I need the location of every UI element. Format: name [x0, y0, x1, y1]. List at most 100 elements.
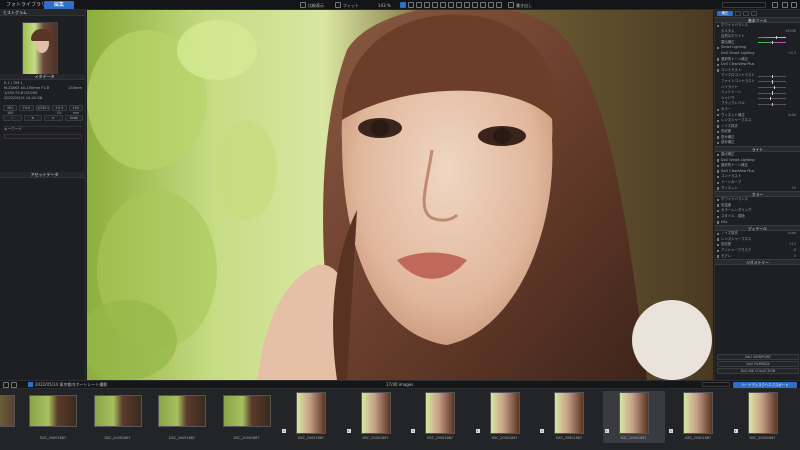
thumbnail-caption: DSC_20001867 — [491, 436, 518, 440]
right-top-search[interactable] — [722, 2, 766, 8]
compare-icon[interactable] — [300, 2, 306, 8]
tab-correction[interactable]: 補正 — [717, 11, 733, 16]
settings-icon[interactable] — [772, 2, 778, 8]
metadata-header[interactable]: メタデータ — [0, 74, 86, 80]
thumbnail[interactable]: 1 DSC_20001867 — [345, 391, 407, 443]
mask-icon[interactable] — [480, 2, 486, 8]
folder-icon — [28, 382, 33, 387]
portrait-photo — [87, 10, 713, 380]
histogram-header[interactable]: ヒストグラム — [0, 10, 85, 16]
help-icon[interactable] — [782, 2, 788, 8]
zoom-level[interactable]: 143 % — [378, 2, 391, 9]
crop-tool-icon[interactable] — [400, 2, 406, 8]
filmstrip-search-input[interactable] — [702, 382, 730, 387]
perspective-tool-icon[interactable] — [424, 2, 430, 8]
sort-icon[interactable] — [3, 382, 9, 388]
rp-row[interactable]: HSL — [715, 220, 800, 226]
thumbnail[interactable]: 1 DSC_20001867 — [409, 391, 471, 443]
thumbnail-caption: DSC_20001867 — [362, 436, 389, 440]
tab-edit[interactable]: 編集 — [44, 1, 74, 9]
section-geometry[interactable]: ジオメトリー — [715, 259, 800, 266]
thumbnail-image — [554, 392, 584, 434]
keywords-label[interactable]: キーワード — [4, 127, 82, 132]
thumbnail[interactable]: 1 DSC_20001867 — [602, 391, 665, 443]
tab-icon-3[interactable] — [743, 11, 749, 16]
thumbnail-image — [296, 392, 326, 434]
shutter-button[interactable]: 1/250 s — [35, 105, 51, 111]
thumbnail-image — [29, 395, 77, 427]
edit-badge-icon: 1 — [282, 429, 286, 433]
thumbnail[interactable]: 1 DSC_20001867 — [280, 391, 342, 443]
metadata-block: E-1 / OM-1 M.ZUIKO 40-150mm F2.8 150mm 1/… — [0, 81, 86, 101]
thumbnail-image — [222, 395, 271, 427]
export-button[interactable]: 書き出し — [516, 2, 532, 9]
fullscreen-icon[interactable] — [791, 2, 797, 8]
thumbnail-image — [425, 392, 455, 434]
thumbnail-image — [0, 395, 15, 427]
thumbnail-caption: DSC_20001867 — [39, 436, 67, 440]
export-icon[interactable] — [508, 2, 514, 8]
local-adjust-icon[interactable] — [448, 2, 454, 8]
watermark-icon[interactable] — [456, 2, 462, 8]
grid-icon[interactable] — [488, 2, 494, 8]
rp-row[interactable]: ヴィネット 50 — [715, 186, 800, 192]
thumbnail-image — [683, 392, 713, 434]
star-icon[interactable]: ★ — [23, 115, 42, 121]
eye-icon[interactable] — [472, 2, 478, 8]
right-panel-tabs: 補正 — [715, 10, 800, 17]
star-empty-icon[interactable]: ☆ — [3, 115, 22, 121]
fit-button[interactable]: フィット — [343, 2, 359, 9]
focal-button[interactable]: 150 mm — [68, 105, 84, 115]
thumbnail-caption: DSC_20001867 — [233, 436, 260, 440]
export-to-disk-button[interactable]: ハードディスクへエクスポート — [733, 381, 797, 388]
thumbnail-caption: DSC_20001867 — [749, 436, 776, 440]
thumbnail-caption: DSC_20001867 — [555, 436, 583, 440]
filmstrip-toolbar: 2022/05/14 東京都内ポートレート撮影 17/40 images ハード… — [0, 380, 800, 389]
tab-icon-2[interactable] — [735, 11, 741, 16]
repair-tool-icon[interactable] — [440, 2, 446, 8]
right-panel: 補正 基本ツール ホワイトバランス カスタム 5500K 自然なホワイト 露出補正… — [714, 10, 800, 380]
thumbnail-image — [489, 392, 520, 434]
main-photo-preview[interactable] — [87, 10, 713, 380]
fit-icon[interactable] — [335, 2, 341, 8]
thumbnail[interactable] — [0, 391, 22, 443]
thumbnail[interactable]: DSC_20001867 — [151, 391, 213, 443]
brush-icon[interactable] — [464, 2, 470, 8]
folder-path[interactable]: 2022/05/14 東京都内ポートレート撮影 — [35, 381, 107, 388]
navigator-thumbnail[interactable] — [22, 22, 58, 76]
edit-badge-icon: 1 — [669, 429, 673, 433]
before-after-icon[interactable] — [496, 2, 502, 8]
compare-button[interactable]: 比較表示 — [308, 2, 324, 9]
rp-row[interactable]: 部分補正 — [715, 140, 800, 146]
thumbnail[interactable]: DSC_20001867 — [22, 391, 84, 443]
filter-icon[interactable] — [11, 382, 17, 388]
thumbnail[interactable]: 1 DSC_20001867 — [474, 391, 536, 443]
reject-icon[interactable]: ✕ — [44, 115, 63, 121]
tab-photo-library[interactable]: フォトライブラリ — [2, 1, 50, 9]
aperture-button[interactable]: F4.0 — [19, 105, 34, 111]
redeye-tool-icon[interactable] — [432, 2, 438, 8]
assets-header[interactable]: アセットデータ — [0, 172, 86, 178]
filmpack-button[interactable]: DxO FILMPACK — [717, 361, 799, 367]
thumbnail[interactable]: DSC_20001867 — [216, 391, 278, 443]
horizon-tool-icon[interactable] — [416, 2, 422, 8]
iso-button[interactable]: ISO 100 — [3, 105, 18, 115]
rotate-tool-icon[interactable] — [408, 2, 414, 8]
thumbnail[interactable]: 1 DSC_20001867 — [732, 391, 794, 443]
thumbnail-image — [618, 392, 649, 434]
keyword-input[interactable] — [4, 134, 82, 139]
nik-button[interactable]: DxO NIK COLLECTION — [717, 368, 799, 374]
thumbnail-caption: DSC_20001867 — [168, 436, 196, 440]
tab-icon-4[interactable] — [751, 11, 757, 16]
thumbnail[interactable]: DSC_20001867 — [87, 391, 149, 443]
rp-row[interactable]: モアレ 0 — [715, 254, 800, 260]
thumbnail[interactable]: 1 DSC_20001867 — [538, 391, 600, 443]
undo-button[interactable]: Undo — [64, 115, 83, 121]
thumbnail-caption: DSC_20001867 — [684, 436, 712, 440]
edit-badge-icon: 1 — [540, 429, 544, 433]
ev-button[interactable]: +0.3 EV — [52, 105, 67, 115]
thumbnail-image — [93, 395, 142, 427]
edit-badge-icon: 1 — [733, 429, 738, 433]
thumbnail[interactable]: 1 DSC_20001867 — [667, 391, 729, 443]
viewpoint-button[interactable]: DxO VIEWPOINT — [717, 354, 799, 360]
